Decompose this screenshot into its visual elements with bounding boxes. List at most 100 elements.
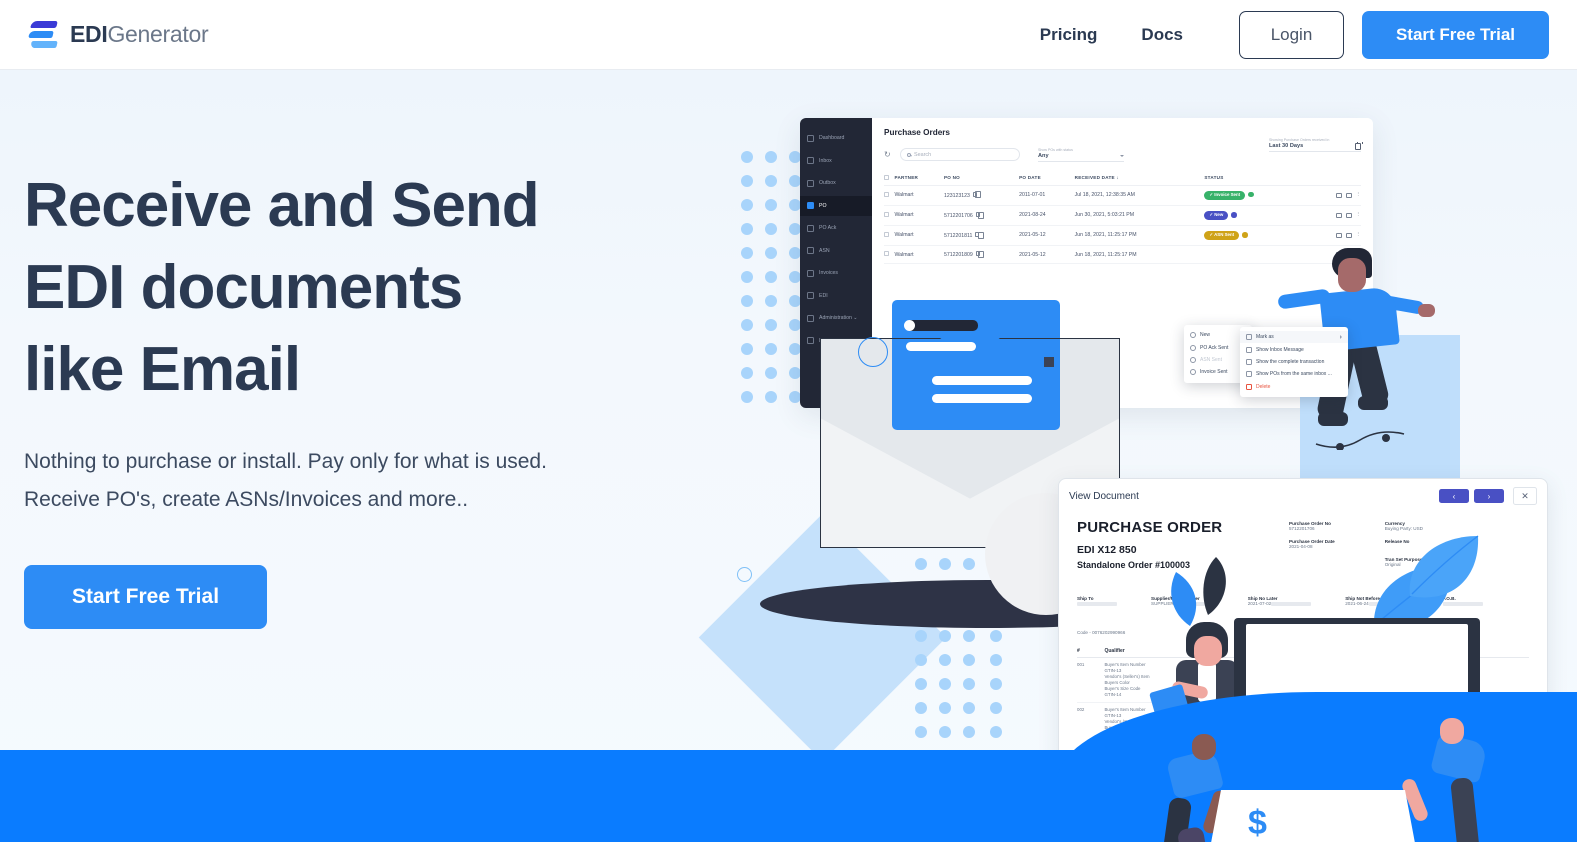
- table-row[interactable]: Walmart 5712201809 2021-05-12 Jun 18, 2021,…: [884, 245, 1361, 265]
- column-header[interactable]: PARTNER: [894, 170, 944, 186]
- sidebar-item-label: Dashboard: [819, 135, 845, 141]
- more-options-icon[interactable]: ⋮: [1356, 212, 1362, 218]
- sidebar-item-label: Outbox: [819, 180, 836, 186]
- document-panel-header: View Document ‹ › ✕: [1059, 479, 1547, 513]
- status-badge: ✓ Invoice Sent: [1204, 190, 1246, 200]
- decoration-dot: [963, 702, 975, 714]
- sidebar-item-dashboard[interactable]: Dashboard: [800, 128, 872, 148]
- copy-icon[interactable]: [975, 250, 985, 258]
- headline-line-2: EDI documents: [24, 253, 463, 322]
- status-badge: ✓ ASN Sent: [1204, 230, 1240, 241]
- row-checkbox[interactable]: [884, 211, 889, 217]
- context-menu-item-mark-as[interactable]: Mark as: [1240, 331, 1348, 344]
- sidebar-item-asn[interactable]: ASN: [800, 241, 872, 261]
- sidebar-item-inbox[interactable]: Inbox: [800, 151, 872, 171]
- context-menu-item-show-inbox-message[interactable]: Show Inbox Message: [1240, 343, 1348, 355]
- row-checkbox-cell[interactable]: [884, 205, 895, 226]
- decoration-dot: [915, 678, 927, 690]
- prev-document-button[interactable]: ‹: [1439, 489, 1469, 503]
- copy-icon[interactable]: [975, 211, 985, 219]
- more-options-icon[interactable]: ⋮: [1356, 192, 1362, 198]
- table-header-row: PARTNER PO NO PO DATE RECEIVED DATE ↓ STATUS: [884, 170, 1361, 186]
- column-header[interactable]: RECEIVED DATE ↓: [1074, 170, 1205, 186]
- close-icon[interactable]: ✕: [1513, 487, 1537, 505]
- subtitle-line-2: Receive PO's, create ASNs/Invoices and m…: [24, 488, 469, 511]
- sidebar-item-invoices[interactable]: Invoices: [800, 263, 872, 283]
- status-indicator-dot: [1242, 232, 1248, 238]
- nav-link-pricing[interactable]: Pricing: [1018, 15, 1120, 55]
- select-all-checkbox[interactable]: [884, 174, 889, 180]
- cell-partner: Walmart: [894, 225, 944, 247]
- sidebar-item-po-ack[interactable]: PO Ack: [800, 218, 872, 238]
- column-actions: [1307, 170, 1361, 186]
- login-button[interactable]: Login: [1239, 10, 1344, 59]
- list-icon: [1246, 371, 1252, 378]
- column-header[interactable]: PO DATE: [1019, 170, 1075, 186]
- decoration-dot: [939, 678, 951, 690]
- search-icon: [907, 152, 911, 157]
- row-checkbox-cell[interactable]: [884, 225, 895, 247]
- sidebar-item-po[interactable]: PO: [800, 195, 872, 216]
- table-row[interactable]: Walmart 5712201706 2021-08-24 Jun 30, 2021,…: [884, 205, 1362, 226]
- sidebar-item-label: ASN: [819, 247, 830, 254]
- chevron-down-icon: [1120, 155, 1124, 157]
- headline-line-3: like Email: [24, 335, 301, 404]
- decoration-dot: [765, 295, 777, 307]
- row-checkbox-cell[interactable]: [884, 185, 895, 206]
- next-document-button[interactable]: ›: [1474, 489, 1504, 503]
- decoration-dot: [765, 271, 777, 283]
- column-header[interactable]: STATUS: [1204, 170, 1308, 186]
- decoration-dot: [939, 726, 951, 738]
- search-input[interactable]: Search: [900, 148, 1020, 162]
- context-menu-item-delete[interactable]: Delete: [1240, 381, 1348, 393]
- mark-as-icon: [1246, 334, 1252, 341]
- start-free-trial-hero-button[interactable]: Start Free Trial: [24, 565, 267, 629]
- start-free-trial-header-button[interactable]: Start Free Trial: [1362, 10, 1549, 59]
- refresh-icon[interactable]: ↻: [884, 150, 892, 159]
- view-message-icon[interactable]: [1335, 192, 1342, 198]
- sidebar-item-label: Inbox: [819, 157, 832, 164]
- row-checkbox[interactable]: [884, 251, 889, 257]
- cell-po-no: 123123123: [943, 185, 1020, 206]
- decoration-dot: [990, 630, 1002, 642]
- decoration-dot: [741, 175, 753, 187]
- transaction-icon: [1246, 358, 1252, 365]
- sidebar-item-outbox[interactable]: Outbox: [800, 173, 872, 193]
- brand-light: Generator: [107, 21, 209, 47]
- row-checkbox-cell[interactable]: [884, 245, 895, 265]
- context-menu-item-label: Show the complete transaction: [1256, 358, 1325, 365]
- worker-right-illustration: [1400, 718, 1514, 842]
- cell-po-date: 2021-05-12: [1019, 225, 1075, 247]
- context-menu-item-label: Mark as: [1256, 334, 1274, 341]
- decoration-dot: [963, 678, 975, 690]
- hero-copy: Receive and Send EDI documents like Emai…: [24, 165, 724, 629]
- decoration-dot: [765, 391, 777, 403]
- decoration-dot: [741, 319, 753, 331]
- edi-logo-icon: [28, 19, 58, 51]
- copy-icon[interactable]: [972, 191, 982, 199]
- context-menu-item-show-the-complete-transaction[interactable]: Show the complete transaction: [1240, 356, 1348, 368]
- column-header[interactable]: PO NO: [943, 170, 1020, 186]
- date-range-filter[interactable]: Showing Purchase Orders received in Last…: [1269, 138, 1363, 152]
- view-message-icon[interactable]: [1335, 212, 1342, 218]
- table-row[interactable]: Walmart 123123123 2011-07-01 Jul 18, 2021, …: [884, 185, 1362, 206]
- print-icon[interactable]: [1345, 192, 1352, 198]
- context-menu-item-show-pos-from-the-same-inbox[interactable]: Show POs from the same inbox ...: [1240, 368, 1348, 380]
- decoration-dot: [765, 151, 777, 163]
- status-filter[interactable]: Show POs with status Any: [1038, 148, 1124, 162]
- edi-icon: [807, 292, 814, 299]
- decoration-dot: [741, 367, 753, 379]
- cell-po-no: 5712201811: [943, 225, 1020, 247]
- brand-wordmark: EDIGenerator: [70, 21, 209, 48]
- print-icon[interactable]: [1345, 212, 1352, 218]
- table-row[interactable]: Walmart 5712201811 2021-05-12 Jun 18, 2021,…: [884, 225, 1361, 247]
- copy-icon[interactable]: [975, 231, 984, 239]
- row-checkbox[interactable]: [884, 191, 889, 197]
- row-context-menu[interactable]: Mark as Show Inbox Message Show the comple…: [1240, 327, 1348, 397]
- decoration-dot: [765, 223, 777, 235]
- cell-actions: ⋮: [1307, 185, 1362, 206]
- brand-logo[interactable]: EDIGenerator: [28, 19, 209, 51]
- nav-link-docs[interactable]: Docs: [1119, 15, 1205, 55]
- row-checkbox[interactable]: [884, 231, 889, 237]
- cell-po-date: 2011-07-01: [1019, 185, 1075, 206]
